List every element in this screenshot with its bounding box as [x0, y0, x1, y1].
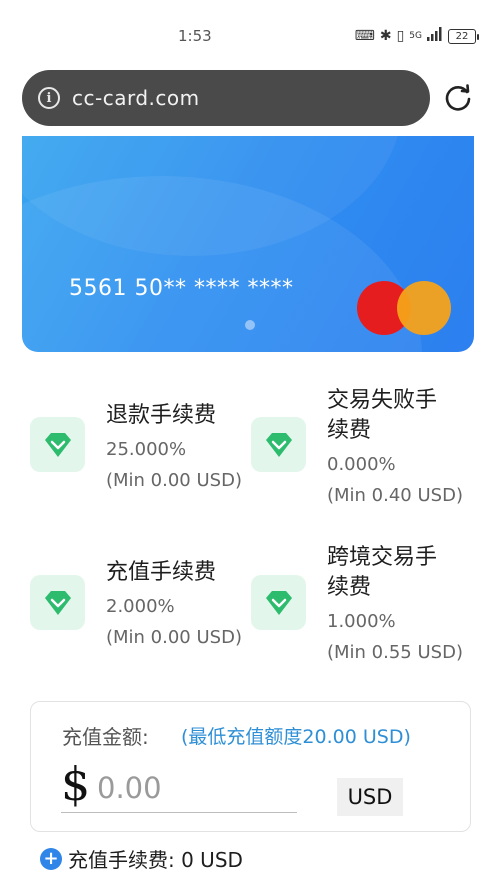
recharge-amount-label: 充值金额:: [62, 725, 149, 749]
status-bar: 1:53 ⌨ ✱ ▯ 5G 22: [0, 0, 500, 62]
amount-input-underline: [61, 812, 297, 813]
failed-transaction-fee-min: (Min 0.40 USD): [327, 485, 463, 506]
currency-selector[interactable]: USD: [337, 778, 403, 816]
refund-fee-min: (Min 0.00 USD): [106, 470, 242, 491]
address-bar[interactable]: i cc-card.com: [22, 70, 430, 126]
mastercard-logo-icon: [357, 281, 453, 335]
cross-border-fee-min: (Min 0.55 USD): [327, 642, 463, 663]
cross-border-fee-title-line1: 跨境交易手: [327, 545, 438, 570]
bank-card[interactable]: 5561 50** **** ****: [22, 136, 474, 352]
recharge-fee-rate: 2.000%: [106, 596, 175, 617]
failed-transaction-fee-rate: 0.000%: [327, 454, 396, 475]
battery-icon: 22: [448, 28, 479, 44]
fee-diamond-icon: [30, 575, 85, 630]
cross-border-fee-rate: 1.000%: [327, 611, 396, 632]
refund-fee-title: 退款手续费: [106, 403, 217, 428]
refund-fee-rate: 25.000%: [106, 439, 187, 460]
cross-border-fee-title-line2: 续费: [327, 575, 372, 600]
fee-diamond-icon: [251, 417, 306, 472]
vibrate-icon: ▯: [396, 28, 405, 44]
dollar-sign-icon: $: [61, 757, 91, 811]
info-icon[interactable]: i: [38, 87, 60, 109]
signal-bars-icon: [427, 27, 443, 45]
status-time: 1:53: [178, 27, 212, 45]
recharge-fee-summary: 充值手续费: 0 USD: [68, 848, 243, 872]
fee-diamond-icon: [251, 575, 306, 630]
plus-circle-icon[interactable]: +: [40, 847, 62, 870]
failed-transaction-fee-title-line1: 交易失败手: [327, 388, 438, 413]
minimum-recharge-hint: (最低充值额度20.00 USD): [181, 726, 411, 748]
signal-icon: 5G: [409, 31, 422, 41]
status-icons: ⌨ ✱ ▯ 5G 22: [354, 27, 479, 45]
amount-input[interactable]: [97, 768, 293, 808]
reload-icon[interactable]: [443, 83, 473, 113]
url-text[interactable]: cc-card.com: [72, 86, 200, 110]
bluetooth-icon: ✱: [379, 28, 392, 44]
recharge-fee-min: (Min 0.00 USD): [106, 627, 242, 648]
fee-diamond-icon: [30, 417, 85, 472]
recharge-fee-row: + 充值手续费: 0 USD: [40, 844, 243, 873]
recharge-fee-title: 充值手续费: [106, 560, 217, 585]
recharge-amount-panel: 充值金额: (最低充值额度20.00 USD) $ USD: [30, 701, 471, 832]
carousel-dot[interactable]: [245, 320, 255, 330]
card-number: 5561 50** **** ****: [69, 276, 294, 301]
nfc-icon: ⌨: [354, 28, 375, 44]
failed-transaction-fee-title-line2: 续费: [327, 418, 372, 443]
